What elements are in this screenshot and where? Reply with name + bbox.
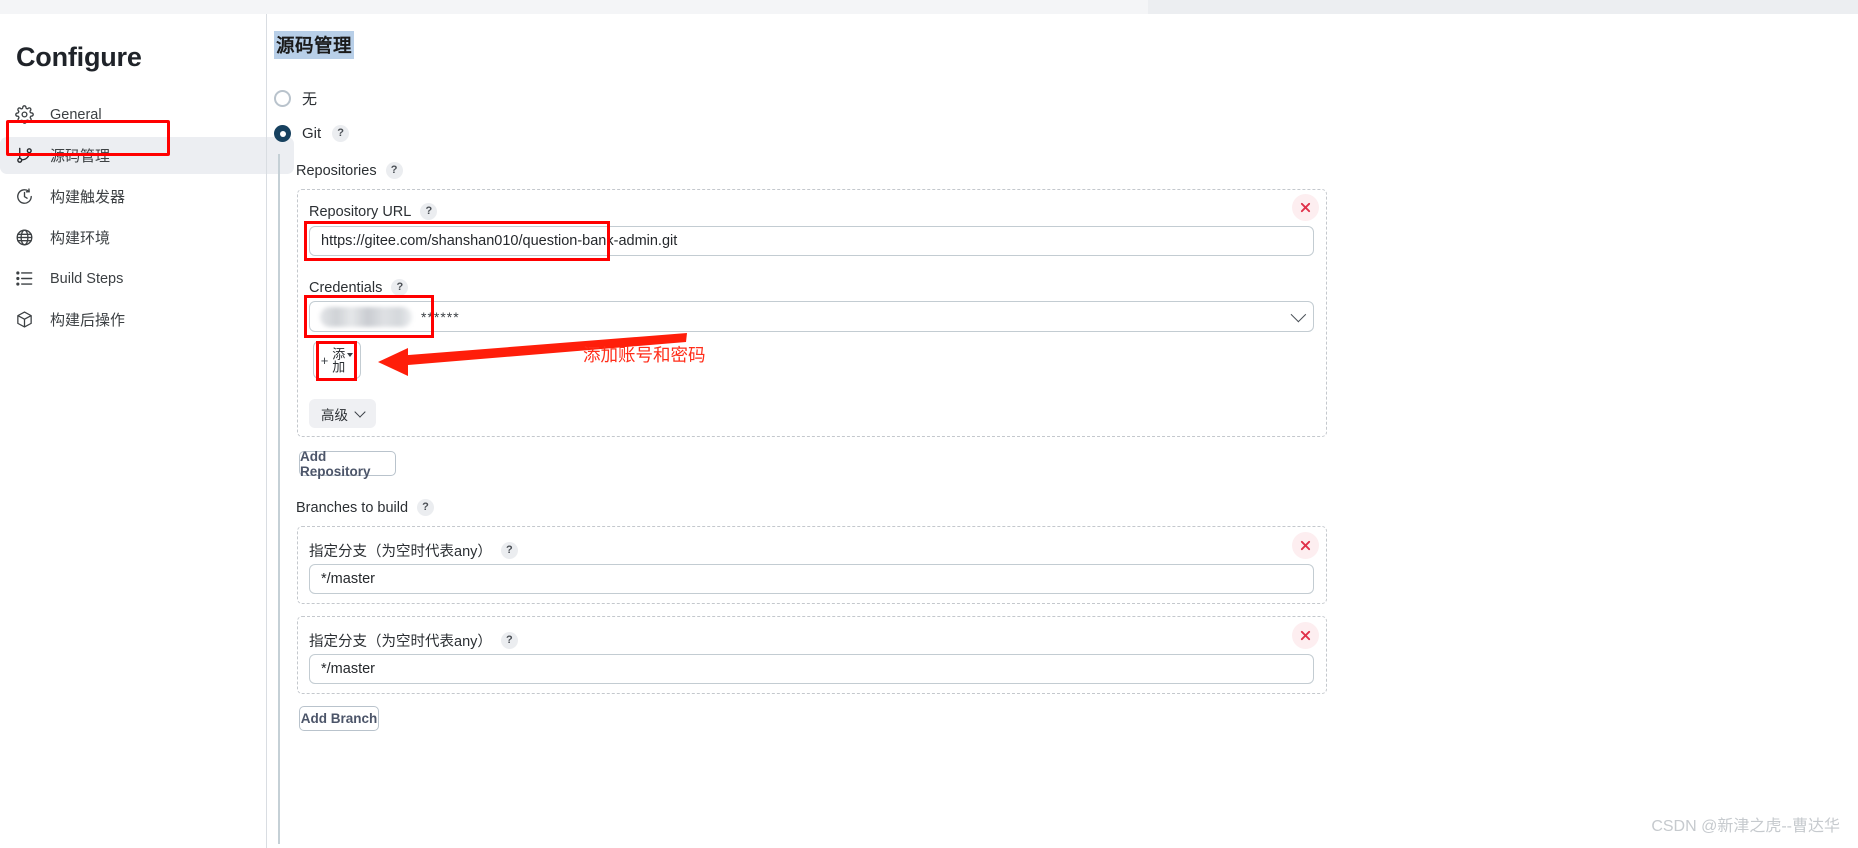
sidebar-item-build-steps[interactable]: Build Steps [0,260,295,297]
add-repository-button[interactable]: Add Repository [299,449,396,479]
repositories-label: Repositories [296,162,377,179]
help-icon-credentials[interactable]: ? [391,279,409,296]
scm-option-git[interactable]: Git ? [274,125,350,142]
add-branch-button[interactable]: Add Branch [299,706,379,731]
plus-icon: + [320,352,329,368]
credentials-label: Credentials [309,279,383,296]
git-section-rule [278,154,280,844]
sidebar-item-post-build[interactable]: 构建后操作 [0,301,295,338]
credentials-label-row: Credentials ? [309,279,409,296]
credentials-password-masked: ****** [421,308,460,325]
add-credentials-label: 添加 [330,347,346,373]
sidebar-item-label: 构建环境 [50,230,111,247]
globe-icon [14,228,34,248]
top-strip-right [1148,0,1858,14]
delete-repository-button[interactable] [1292,194,1319,221]
sidebar-item-label: 源码管理 [50,148,111,165]
advanced-label: 高级 [321,407,348,423]
radio-git[interactable] [274,125,291,142]
help-icon-repositories[interactable]: ? [385,162,403,179]
branch-spec-input[interactable] [309,564,1314,594]
branch-spec-label: 指定分支（为空时代表any） [309,544,492,560]
chevron-down-icon [354,405,366,418]
watermark: CSDN @新津之虎--曹达华 [1651,818,1840,835]
app-root: Configure General 源码管理 构建触发器 构建环境 Build … [0,0,1858,848]
caret-down-icon [347,353,354,357]
scm-option-none[interactable]: 无 [274,88,317,109]
sidebar-item-general[interactable]: General [0,96,295,133]
credentials-username-redacted [320,306,412,327]
sidebar-item-label: Build Steps [50,270,124,287]
sidebar-item-label: 构建触发器 [50,189,126,206]
page-heading: Configure [16,42,142,72]
page-title: 源码管理 [274,31,355,59]
advanced-toggle-button[interactable]: 高级 [309,399,376,428]
delete-branch-button[interactable] [1292,532,1319,559]
credentials-annotation-text: 添加账号和密码 [583,345,706,365]
gear-icon [14,105,34,125]
credentials-select[interactable]: ****** [309,301,1314,332]
sidebar-item-scm[interactable]: 源码管理 [0,137,294,174]
sidebar-item-build-triggers[interactable]: 构建触发器 [0,178,295,215]
branch-spec-label-row: 指定分支（为空时代表any） ? [309,630,518,651]
repository-url-label: Repository URL [309,203,412,220]
help-icon-branch-spec[interactable]: ? [500,542,518,559]
git-branch-icon [14,146,34,166]
scm-option-git-label: Git [302,125,322,142]
list-steps-icon [14,269,34,289]
repository-url-label-row: Repository URL ? [309,203,438,220]
help-icon-repository-url[interactable]: ? [420,203,438,220]
branches-label: Branches to build [296,499,409,516]
help-icon-git[interactable]: ? [332,125,350,142]
radio-none[interactable] [274,90,291,107]
sidebar-item-label: General [50,106,102,123]
branch-spec-label-row: 指定分支（为空时代表any） ? [309,540,518,561]
chevron-down-icon [1290,306,1307,322]
help-icon-branch-spec[interactable]: ? [500,632,518,649]
sidebar-item-label: 构建后操作 [50,312,126,329]
main-content: 源码管理 无 Git ? Repositories ? Repository U… [266,14,1858,848]
delete-branch-button[interactable] [1292,622,1319,649]
scm-option-none-label: 无 [302,91,318,108]
repository-url-input[interactable] [309,226,1314,256]
add-credentials-button[interactable]: + 添加 [313,341,361,379]
sidebar-item-build-environment[interactable]: 构建环境 [0,219,295,256]
branch-spec-input[interactable] [309,654,1314,684]
branch-spec-label: 指定分支（为空时代表any） [309,634,492,650]
branches-label-row: Branches to build ? [296,499,435,516]
sidebar-nav: General 源码管理 构建触发器 构建环境 Build Steps 构建后操… [0,96,295,342]
repositories-label-row: Repositories ? [296,162,403,179]
clock-icon [14,187,34,207]
package-icon [14,310,34,330]
help-icon-branches[interactable]: ? [417,499,435,516]
sidebar: Configure General 源码管理 构建触发器 构建环境 Build … [0,14,295,848]
